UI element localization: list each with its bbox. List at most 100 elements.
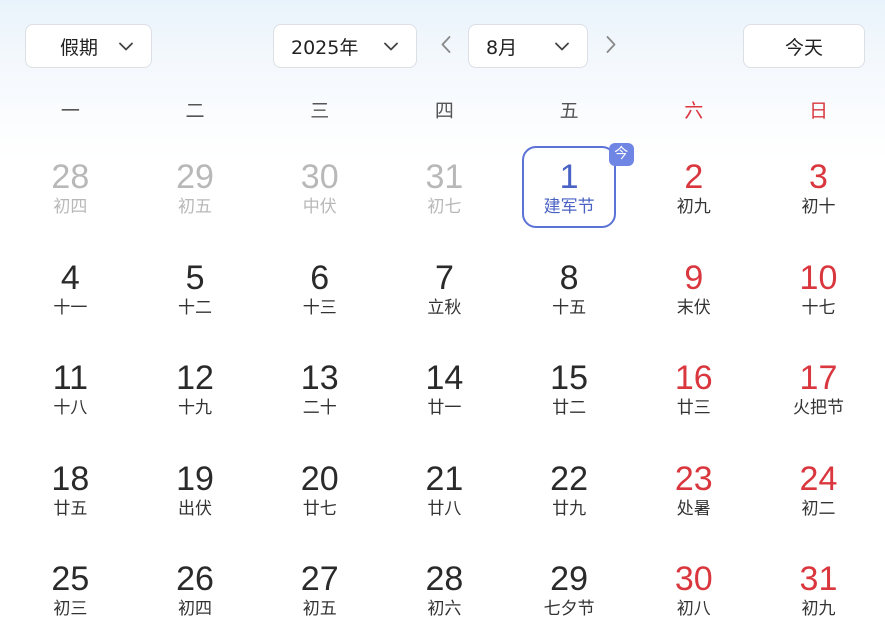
calendar-day[interactable]: 2 初九 (631, 143, 756, 244)
lunar-date: 中伏 (302, 197, 337, 217)
calendar-day[interactable]: 13 二十 (257, 344, 382, 445)
year-select-label: 2025年 (291, 36, 359, 59)
calendar-day[interactable]: 14 廿一 (382, 344, 507, 445)
calendar-day[interactable]: 21 廿八 (382, 445, 507, 546)
calendar-day[interactable]: 8 十五 (507, 244, 632, 345)
month-select-label: 8月 (486, 36, 518, 59)
calendar-day[interactable]: 31 初七 (382, 143, 507, 244)
day-number: 30 (300, 158, 339, 196)
lunar-date: 廿七 (302, 498, 337, 519)
lunar-date: 初四 (53, 197, 88, 217)
lunar-date: 初六 (427, 599, 462, 619)
calendar-grid: 28 初四 29 初五 30 中伏 31 初七今 1 建军节 2 初九 3 初十 4 十一 5 十二 6 十三 7 立秋 8… (8, 143, 881, 643)
lunar-date: 廿九 (552, 498, 587, 519)
lunar-date: 初五 (302, 599, 337, 619)
weekday-fri: 五 (559, 100, 579, 122)
next-month-button[interactable] (600, 33, 622, 59)
lunar-date: 二十 (302, 398, 337, 418)
calendar-day[interactable]: 12 十九 (133, 344, 258, 445)
calendar-day[interactable]: 26 初四 (133, 545, 258, 643)
day-number: 31 (425, 158, 464, 196)
day-number: 22 (550, 459, 588, 498)
lunar-date: 初十 (801, 197, 836, 217)
calendar-day[interactable]: 9 末伏 (631, 244, 756, 345)
lunar-date: 初四 (178, 599, 213, 619)
day-number: 26 (176, 560, 214, 598)
lunar-date: 处暑 (676, 498, 711, 519)
calendar-day[interactable]: 15 廿二 (507, 344, 632, 445)
lunar-date: 廿一 (427, 398, 462, 418)
lunar-date: 廿三 (676, 398, 711, 418)
weekday-thu: 四 (434, 100, 454, 122)
calendar-day-today[interactable]: 今 1 建军节 (507, 143, 634, 244)
day-number: 20 (300, 459, 339, 498)
day-number: 10 (799, 258, 838, 297)
calendar-day[interactable]: 6 十三 (257, 244, 382, 345)
lunar-date: 廿二 (552, 398, 587, 418)
weekday-header: 一 二 三 四 五 六 日 (8, 97, 881, 127)
day-number: 25 (51, 560, 90, 598)
weekday-sat: 六 (684, 100, 704, 122)
weekday-sun: 日 (808, 100, 828, 122)
calendar-day[interactable]: 3 初十 (756, 143, 881, 244)
calendar-day[interactable]: 19 出伏 (133, 445, 258, 546)
chevron-down-icon (555, 39, 569, 53)
lunar-date: 十七 (801, 297, 836, 318)
day-number: 15 (550, 359, 588, 397)
calendar-day[interactable]: 16 廿三 (631, 344, 756, 445)
day-number: 21 (425, 459, 464, 498)
today-button[interactable]: 今天 (743, 24, 865, 68)
day-number: 9 (684, 258, 704, 297)
lunar-date: 廿五 (53, 498, 88, 519)
calendar-day[interactable]: 18 廿五 (8, 445, 133, 546)
day-number: 8 (559, 258, 579, 297)
lunar-date: 十八 (53, 398, 88, 418)
calendar-day[interactable]: 23 处暑 (631, 445, 756, 546)
calendar-day[interactable]: 30 中伏 (257, 143, 382, 244)
day-number: 23 (674, 459, 713, 498)
year-select[interactable]: 2025年 (273, 24, 417, 68)
calendar-day[interactable]: 31 初九 (756, 545, 881, 643)
lunar-date: 火把节 (792, 398, 844, 418)
day-number: 27 (300, 560, 339, 598)
calendar-day[interactable]: 22 廿九 (507, 445, 632, 546)
calendar-day[interactable]: 29 七夕节 (507, 545, 632, 643)
day-number: 19 (176, 459, 214, 498)
lunar-date: 十五 (552, 297, 587, 318)
calendar-day[interactable]: 11 十八 (8, 344, 133, 445)
calendar-day[interactable]: 25 初三 (8, 545, 133, 643)
calendar-day[interactable]: 10 十七 (756, 244, 881, 345)
prev-month-button[interactable] (435, 33, 457, 59)
lunar-date: 初三 (53, 599, 88, 619)
calendar-day[interactable]: 28 初六 (382, 545, 507, 643)
calendar-day[interactable]: 24 初二 (756, 445, 881, 546)
day-number: 13 (300, 359, 339, 397)
calendar-day[interactable]: 5 十二 (133, 244, 258, 345)
lunar-date: 十二 (178, 297, 213, 318)
calendar-toolbar: 假期 2025年 8月 今天 (0, 0, 885, 90)
lunar-date: 初二 (801, 498, 836, 519)
lunar-date: 立秋 (427, 297, 462, 318)
day-number: 18 (51, 459, 90, 498)
holiday-select[interactable]: 假期 (25, 24, 152, 68)
month-select[interactable]: 8月 (468, 24, 588, 68)
day-number: 24 (799, 459, 838, 498)
lunar-date: 初七 (427, 197, 462, 217)
lunar-date: 廿八 (427, 498, 462, 519)
day-number: 14 (425, 359, 464, 397)
calendar-day[interactable]: 20 廿七 (257, 445, 382, 546)
calendar-day[interactable]: 17 火把节 (756, 344, 881, 445)
day-number: 7 (434, 258, 454, 297)
chevron-left-icon (441, 35, 451, 57)
calendar-day[interactable]: 30 初八 (631, 545, 756, 643)
calendar-day[interactable]: 27 初五 (257, 545, 382, 643)
today-button-label: 今天 (784, 36, 823, 59)
calendar-day[interactable]: 7 立秋 (382, 244, 507, 345)
chevron-right-icon (606, 35, 616, 57)
calendar-day[interactable]: 4 十一 (8, 244, 133, 345)
calendar-day[interactable]: 29 初五 (133, 143, 258, 244)
calendar-day[interactable]: 28 初四 (8, 143, 133, 244)
day-number: 6 (310, 258, 330, 297)
day-number: 29 (176, 158, 214, 196)
lunar-date: 出伏 (178, 498, 213, 519)
